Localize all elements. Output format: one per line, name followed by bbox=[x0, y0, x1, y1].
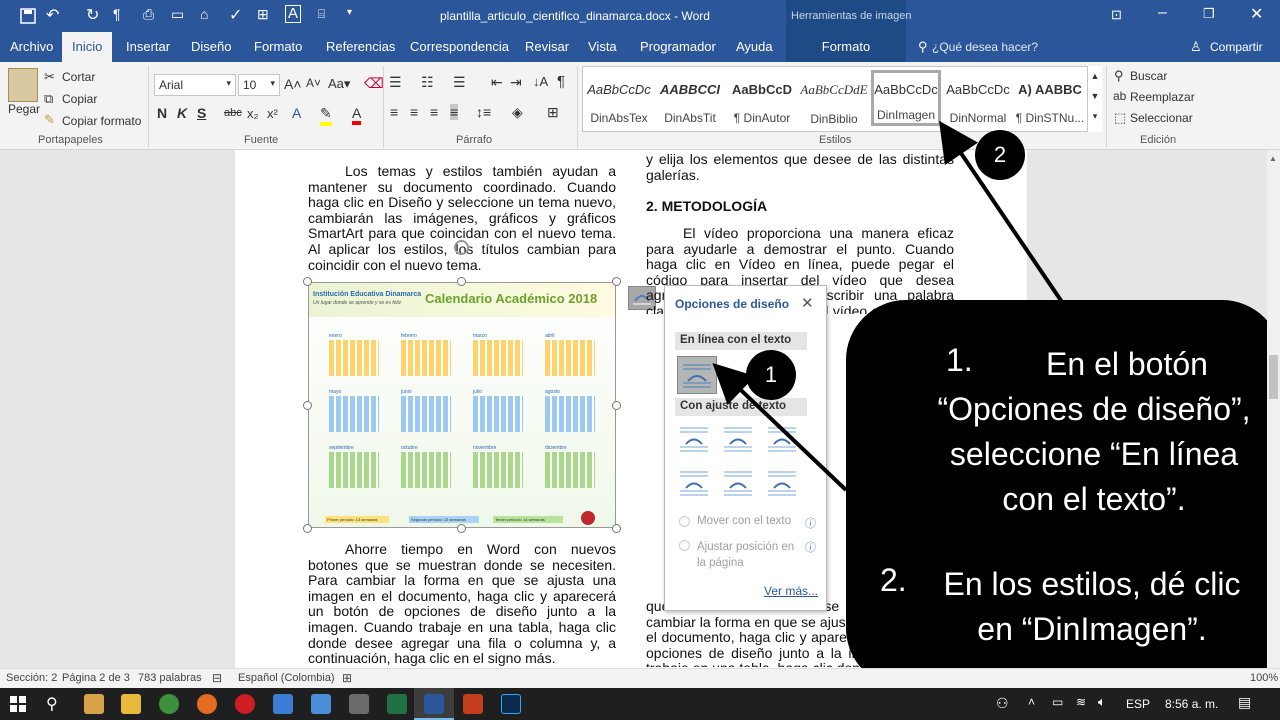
excel-icon[interactable] bbox=[387, 694, 407, 714]
powerpoint-icon[interactable] bbox=[463, 694, 483, 714]
firefox-icon[interactable] bbox=[197, 694, 217, 714]
input-language[interactable]: ESP bbox=[1126, 697, 1150, 711]
app-icon-sublime[interactable] bbox=[84, 694, 104, 714]
battery-icon[interactable]: ▭ bbox=[1052, 695, 1063, 709]
instruction-callout: 1. En el botón “Opciones de diseño”, sel… bbox=[846, 300, 1280, 688]
word-icon[interactable] bbox=[424, 694, 444, 714]
marker-2: 2 bbox=[975, 130, 1025, 180]
scroll-thumb[interactable] bbox=[1269, 355, 1278, 399]
proofing-icon[interactable]: ⊟ bbox=[212, 671, 222, 685]
photoshop-icon[interactable] bbox=[501, 694, 521, 714]
windows-start-icon[interactable] bbox=[10, 696, 26, 712]
search-icon[interactable]: ⚲ bbox=[46, 694, 58, 714]
step-1-text: En el botón “Opciones de diseño”, selecc… bbox=[937, 346, 1251, 517]
scroll-up-icon[interactable]: ▲ bbox=[1269, 154, 1277, 163]
windows-taskbar: ⚲ ⚇ ˄ ▭ ≋ 🔈︎ ESP 8:56 a. m. ▤ bbox=[0, 688, 1280, 720]
volume-icon[interactable]: 🔈︎ bbox=[1098, 694, 1106, 710]
step-2-text: En los estilos, dé clic en “DinImagen”. bbox=[943, 566, 1241, 647]
file-explorer-icon[interactable] bbox=[121, 694, 141, 714]
chrome-icon[interactable] bbox=[159, 694, 179, 714]
opera-icon[interactable] bbox=[235, 694, 255, 714]
clock[interactable]: 8:56 a. m. bbox=[1165, 697, 1218, 711]
word-count[interactable]: 783 palabras bbox=[138, 672, 202, 684]
app-icon-feather[interactable] bbox=[311, 694, 331, 714]
tray-chevron-icon[interactable]: ˄ bbox=[1028, 695, 1035, 709]
section-indicator[interactable]: Sección: 2 bbox=[6, 672, 57, 684]
macro-icon[interactable]: ⊞ bbox=[342, 671, 352, 685]
wifi-icon[interactable]: ≋ bbox=[1076, 695, 1086, 709]
people-icon[interactable]: ⚇ bbox=[996, 695, 1009, 712]
vertical-scrollbar[interactable]: ▲ bbox=[1267, 150, 1280, 668]
step-2-number: 2. bbox=[880, 562, 907, 598]
page-indicator[interactable]: Página 2 de 3 bbox=[62, 672, 130, 684]
zoom-level[interactable]: 100% bbox=[1250, 672, 1278, 684]
app-icon-pen[interactable] bbox=[349, 694, 369, 714]
notifications-icon[interactable]: ▤ bbox=[1238, 694, 1251, 711]
language-indicator[interactable]: Español (Colombia) bbox=[238, 672, 335, 684]
status-bar: Sección: 2 Página 2 de 3 783 palabras ⊟ … bbox=[0, 668, 1280, 688]
app-icon-blue[interactable] bbox=[273, 694, 293, 714]
marker-1: 1 bbox=[746, 350, 796, 400]
